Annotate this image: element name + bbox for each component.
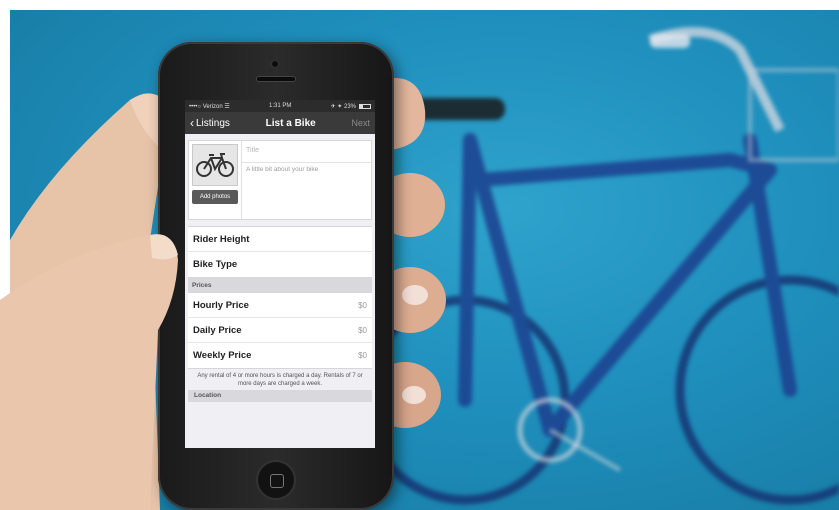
hourly-price-label: Hourly Price [193, 299, 249, 311]
page-title: List a Bike [265, 117, 316, 129]
hand [10, 78, 446, 510]
nav-bar: ‹ Listings List a Bike Next [185, 112, 375, 134]
back-button[interactable]: ‹ Listings [190, 117, 230, 129]
status-right: ✈ ✦ 23% [331, 103, 371, 110]
app-screen: ••••○ Verizon ☰ 1:31 PM ✈ ✦ 23% ‹ Listin… [185, 100, 375, 448]
listing-header: Add photos Title A little bit about your… [188, 140, 372, 220]
location-section-header: Location [188, 390, 372, 402]
back-label: Listings [196, 117, 230, 129]
rider-height-row[interactable]: Rider Height [188, 227, 372, 252]
speaker-grille [256, 76, 296, 82]
weekly-price-row[interactable]: Weekly Price $0 [188, 343, 372, 368]
camera-icon [271, 60, 279, 68]
weekly-price-value: $0 [358, 351, 367, 360]
bicycle-icon [196, 153, 234, 177]
title-input[interactable]: Title [242, 141, 371, 163]
daily-price-row[interactable]: Daily Price $0 [188, 318, 372, 343]
phone-device: ••••○ Verizon ☰ 1:31 PM ✈ ✦ 23% ‹ Listin… [158, 42, 394, 510]
carrier-label: ••••○ Verizon ☰ [189, 103, 230, 110]
photo-background [10, 10, 839, 510]
description-input[interactable]: A little bit about your bike [242, 163, 371, 173]
weekly-price-label: Weekly Price [193, 350, 252, 361]
chevron-left-icon: ‹ [190, 116, 194, 130]
battery-label: ✈ ✦ 23% [330, 103, 356, 110]
title-description-fields: Title A little bit about your bike [241, 141, 371, 219]
pricing-note: Any rental of 4 or more hours is charged… [185, 369, 375, 388]
hourly-price-row[interactable]: Hourly Price $0 [188, 293, 372, 318]
daily-price-label: Daily Price [193, 324, 242, 336]
rider-height-label: Rider Height [193, 233, 250, 245]
prices-group: Hourly Price $0 Daily Price $0 Weekly Pr… [188, 292, 372, 369]
battery-icon [359, 103, 371, 109]
details-group: Rider Height Bike Type [188, 226, 372, 278]
status-bar: ••••○ Verizon ☰ 1:31 PM ✈ ✦ 23% [185, 100, 375, 112]
clock-label: 1:31 PM [269, 103, 292, 109]
hourly-price-value: $0 [358, 300, 367, 310]
home-button[interactable] [256, 460, 296, 500]
prices-section-header: Prices [188, 278, 372, 292]
bike-photo-placeholder[interactable] [192, 144, 238, 186]
bike-type-row[interactable]: Bike Type [188, 252, 372, 277]
photo-column: Add photos [189, 141, 241, 219]
daily-price-value: $0 [358, 325, 367, 335]
next-button[interactable]: Next [351, 118, 370, 128]
add-photos-button[interactable]: Add photos [192, 190, 238, 204]
bike-type-label: Bike Type [193, 259, 238, 270]
